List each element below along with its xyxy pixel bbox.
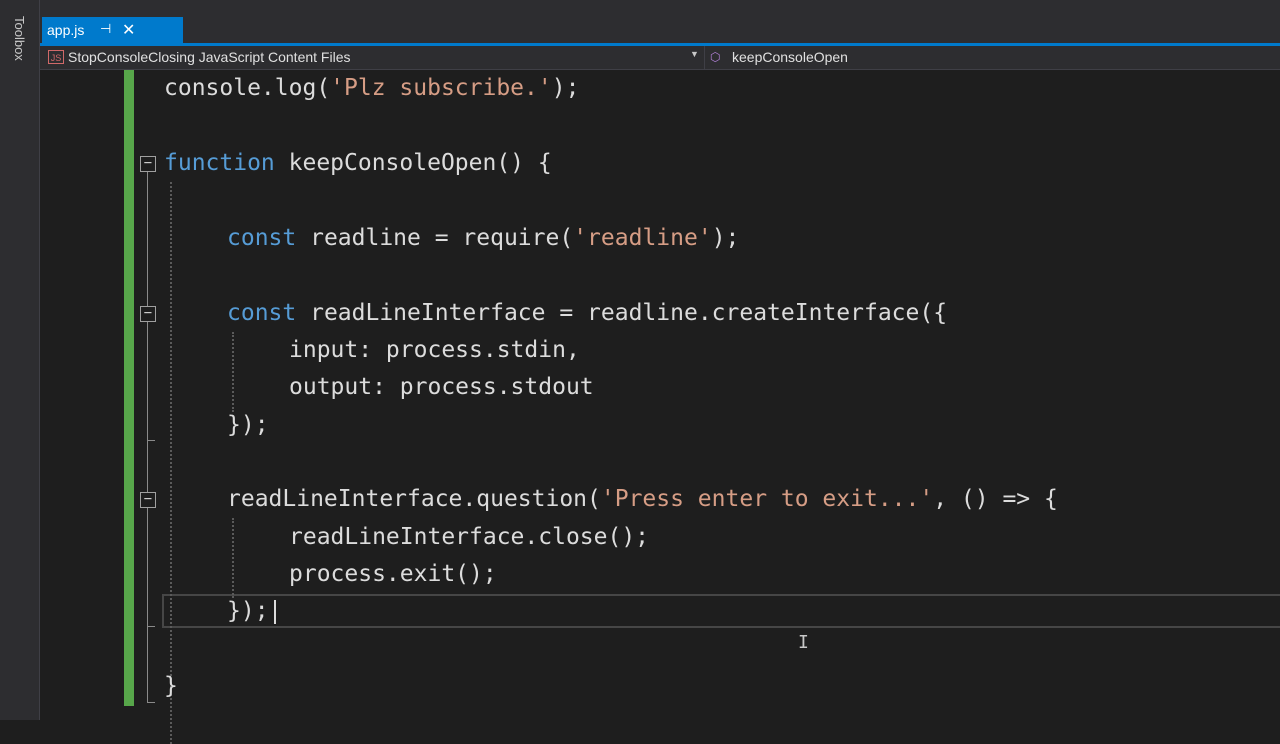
close-icon[interactable]: ✕ [122, 20, 135, 40]
member-dropdown[interactable]: ⬡ keepConsoleOpen [708, 46, 1268, 69]
document-tab-bar: app.js ⊣ ✕ [40, 0, 1280, 44]
project-dropdown[interactable]: JS StopConsoleClosing JavaScript Content… [44, 46, 705, 69]
cube-icon: ⬡ [710, 50, 721, 64]
code-line: } [164, 673, 178, 699]
tab-title: app.js [47, 22, 85, 38]
pin-icon[interactable]: ⊣ [100, 21, 111, 37]
code-line: function keepConsoleOpen() { [164, 150, 552, 176]
code-line: readLineInterface.close(); [289, 524, 650, 550]
project-name: StopConsoleClosing JavaScript Content Fi… [68, 49, 351, 65]
toolbox-panel[interactable]: Toolbox [0, 0, 40, 720]
code-text-area[interactable]: console.log('Plz subscribe.'); function … [40, 70, 1280, 720]
js-file-icon: JS [48, 50, 64, 64]
text-caret [274, 600, 276, 624]
member-name: keepConsoleOpen [732, 49, 848, 65]
code-line: }); [227, 412, 269, 438]
code-line: readLineInterface.question('Press enter … [227, 486, 1058, 512]
code-line: console.log('Plz subscribe.'); [164, 75, 580, 101]
navigation-bar: JS StopConsoleClosing JavaScript Content… [40, 46, 1280, 70]
code-line: input: process.stdin, [289, 337, 580, 363]
code-editor[interactable]: − − − console.log('Plz subscribe.'); fun… [40, 70, 1280, 744]
code-line: const readline = require('readline'); [227, 225, 740, 251]
code-line: process.exit(); [289, 561, 497, 587]
chevron-down-icon[interactable]: ▼ [690, 49, 699, 59]
ibeam-cursor-icon: I [798, 632, 809, 653]
tab-app-js[interactable]: app.js ⊣ ✕ [42, 17, 183, 43]
code-line: const readLineInterface = readline.creat… [227, 300, 948, 326]
code-line-current: }); [227, 598, 269, 624]
code-line: output: process.stdout [289, 374, 594, 400]
toolbox-label[interactable]: Toolbox [12, 16, 27, 61]
